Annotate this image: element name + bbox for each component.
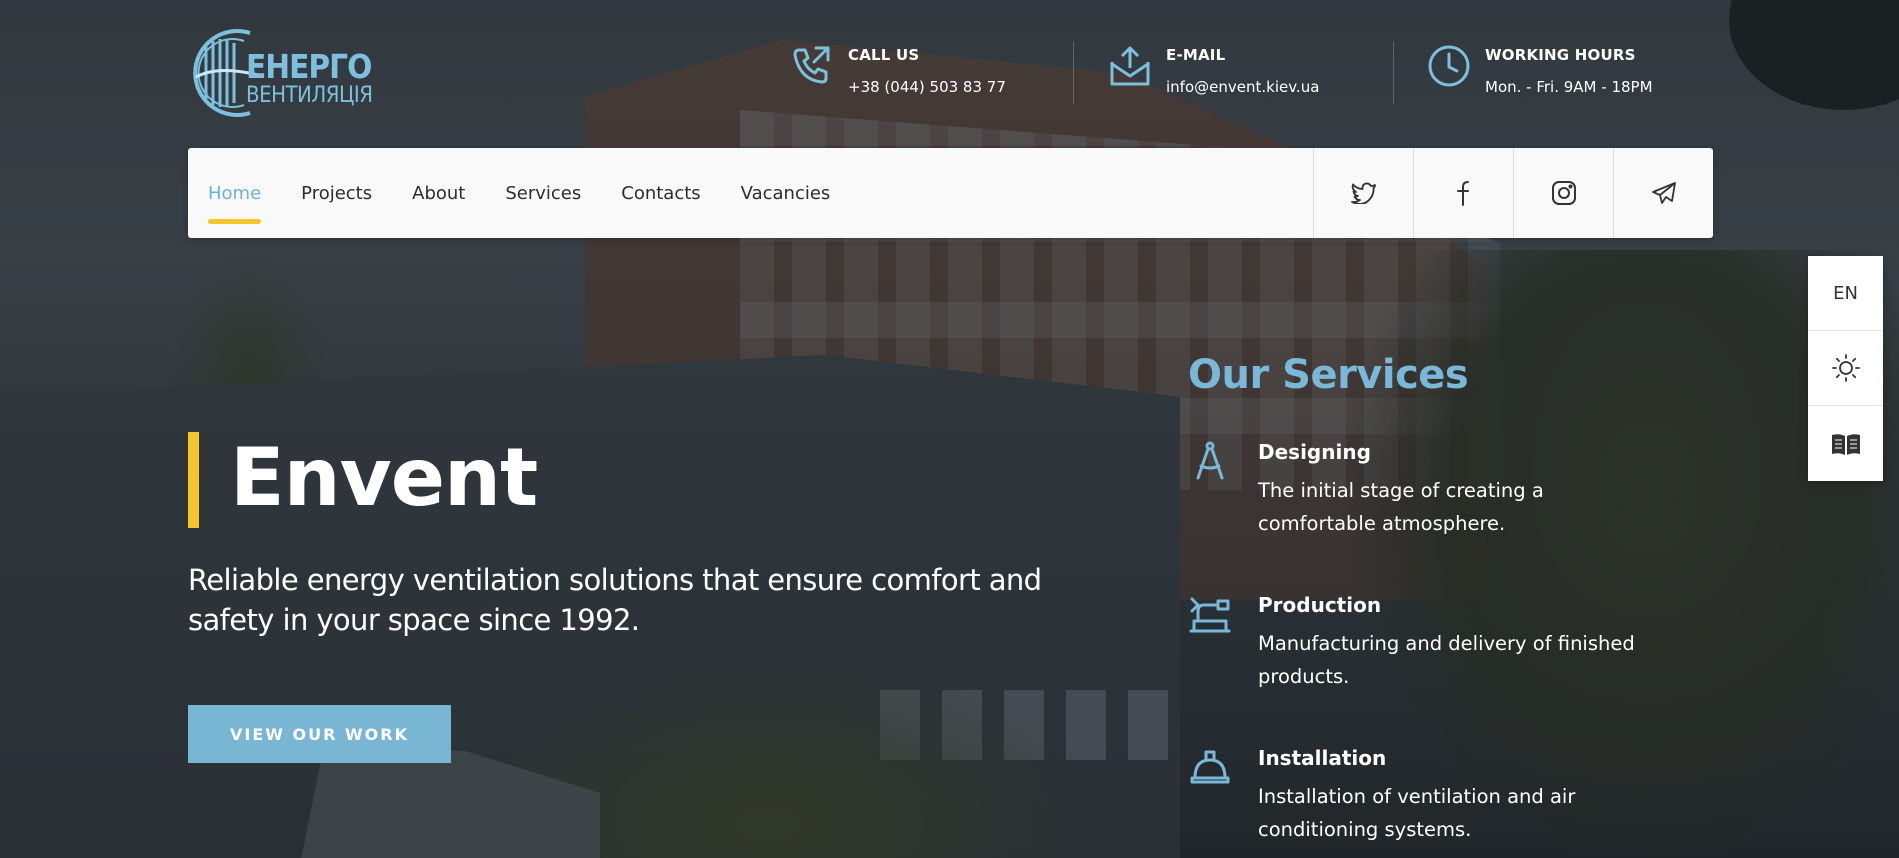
contact-email-value[interactable]: info@envent.kiev.ua [1166, 78, 1319, 96]
compass-icon [1196, 441, 1224, 480]
service-item-designing[interactable]: Designing The initial stage of creating … [1188, 440, 1708, 540]
email-icon [1110, 46, 1150, 86]
view-our-work-button[interactable]: VIEW OUR WORK [188, 705, 451, 763]
hero-title: Envent [230, 431, 538, 524]
facebook-button[interactable] [1413, 148, 1513, 238]
nav-services[interactable]: Services [505, 148, 581, 238]
twitter-icon [1350, 182, 1376, 204]
hero-subtitle: Reliable energy ventilation solutions th… [188, 563, 1042, 637]
hardhat-icon [1190, 750, 1230, 784]
service-desc: Installation of ventilation and air cond… [1258, 785, 1576, 841]
nav-links: Home Projects About Services Contacts Va… [188, 148, 1313, 238]
contact-phone[interactable]: CALL US +38 (044) 503 83 77 [790, 44, 1006, 96]
side-panel: EN [1808, 256, 1883, 481]
language-switcher[interactable]: EN [1808, 256, 1883, 331]
contact-email[interactable]: E-MAIL info@envent.kiev.ua [1108, 44, 1319, 96]
instagram-icon [1551, 181, 1576, 205]
logo-line1: ЕНЕРГО [246, 47, 372, 86]
telegram-icon [1651, 182, 1676, 204]
contact-phone-value[interactable]: +38 (044) 503 83 77 [848, 78, 1006, 96]
service-name: Production [1258, 593, 1382, 617]
contact-phone-label: CALL US [848, 46, 920, 64]
contact-hours-label: WORKING HOURS [1485, 46, 1636, 64]
services-title: Our Services [1188, 352, 1469, 398]
clock-icon [1428, 45, 1470, 87]
divider [1073, 42, 1074, 104]
divider [1393, 42, 1394, 104]
service-desc: Manufacturing and delivery of finished p… [1258, 632, 1635, 688]
contact-hours-value: Mon. - Fri. 9AM - 18PM [1485, 78, 1653, 96]
logo[interactable]: ЕНЕРГО ВЕНТИЛЯЦІЯ [188, 22, 373, 124]
nav-home[interactable]: Home [208, 148, 262, 238]
logo-line2: ВЕНТИЛЯЦІЯ [246, 83, 373, 108]
nav-projects[interactable]: Projects [301, 148, 372, 238]
sun-icon [1831, 354, 1860, 382]
twitter-button[interactable] [1313, 148, 1413, 238]
nav-about[interactable]: About [412, 148, 465, 238]
contact-hours: WORKING HOURS Mon. - Fri. 9AM - 18PM [1427, 44, 1653, 96]
service-name: Designing [1258, 440, 1371, 464]
service-item-production[interactable]: Production Manufacturing and delivery of… [1188, 593, 1708, 693]
facebook-icon [1456, 181, 1469, 206]
reader-mode-button[interactable] [1808, 406, 1883, 481]
phone-icon [793, 46, 830, 84]
telegram-button[interactable] [1613, 148, 1713, 238]
main-navbar: Home Projects About Services Contacts Va… [188, 148, 1713, 238]
service-item-installation[interactable]: Installation Installation of ventilation… [1188, 746, 1708, 846]
instagram-button[interactable] [1513, 148, 1613, 238]
service-desc: The initial stage of creating a comforta… [1258, 479, 1544, 535]
book-icon [1831, 433, 1860, 455]
machine-icon [1189, 597, 1231, 633]
contact-email-label: E-MAIL [1166, 46, 1226, 64]
nav-vacancies[interactable]: Vacancies [741, 148, 831, 238]
nav-contacts[interactable]: Contacts [621, 148, 700, 238]
service-name: Installation [1258, 746, 1387, 770]
social-links [1313, 148, 1713, 238]
hero-accent-bar [188, 432, 199, 528]
theme-toggle[interactable] [1808, 331, 1883, 406]
